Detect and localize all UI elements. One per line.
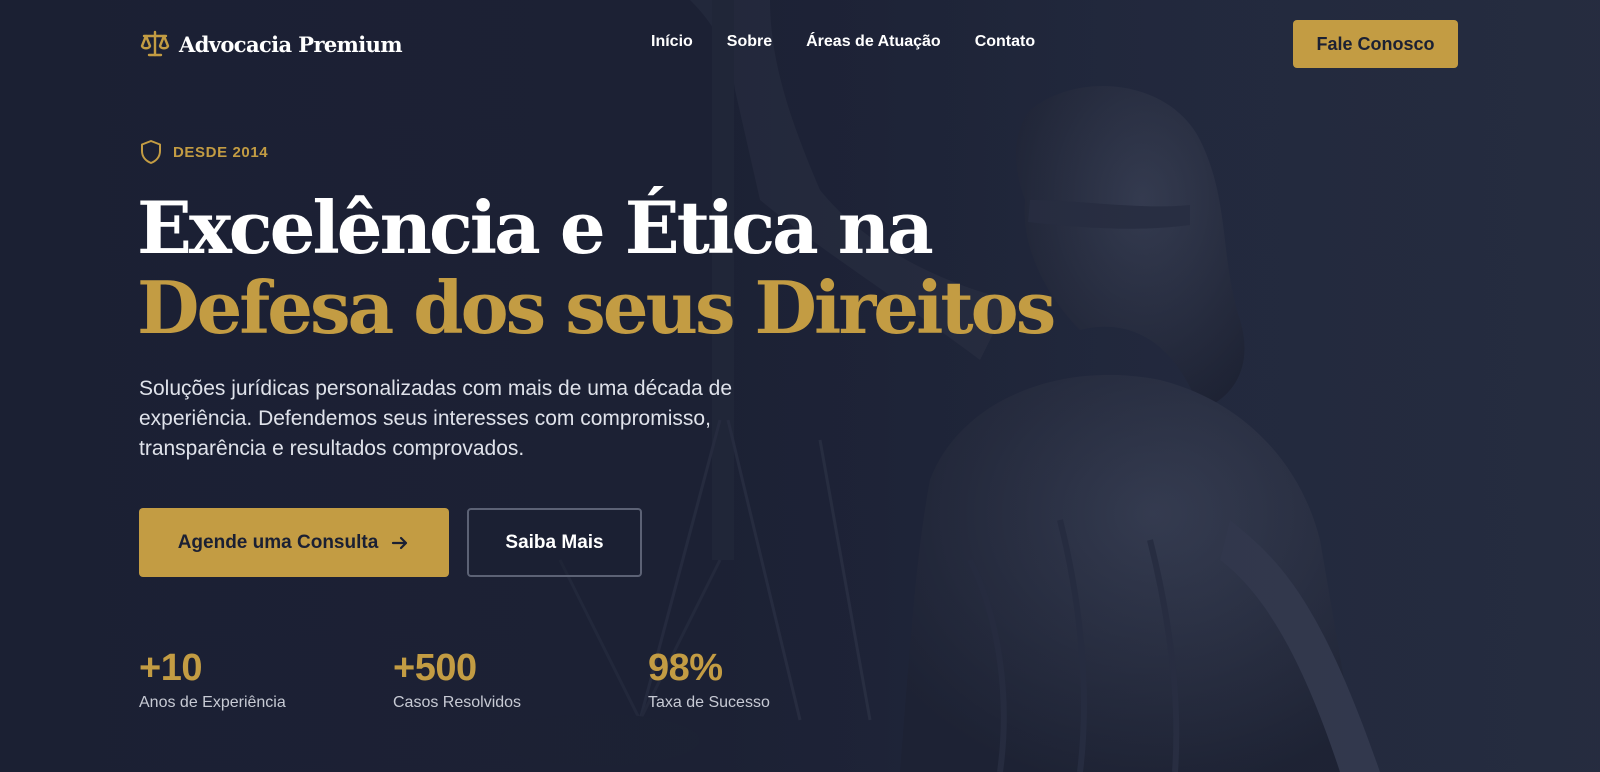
stat-value: +10: [139, 647, 202, 689]
stat-label: Anos de Experiência: [139, 694, 286, 711]
shield-icon: [141, 140, 161, 164]
stat-value: 98%: [648, 647, 723, 689]
stat-value: +500: [393, 647, 477, 689]
stat-label: Casos Resolvidos: [393, 694, 522, 711]
learn-more-button[interactable]: Saiba Mais: [467, 508, 642, 577]
since-badge: DESDE 2014: [139, 139, 268, 165]
stat-experience: +10 Anos de Experiência: [139, 646, 286, 712]
schedule-consultation-button[interactable]: Agende uma Consulta: [139, 508, 449, 577]
arrow-right-icon: [392, 536, 408, 549]
nav-link-contato[interactable]: Contato: [975, 33, 1035, 51]
hero-title-line1: Excelência e Ética na: [137, 185, 934, 270]
stat-label: Taxa de Sucesso: [648, 694, 770, 711]
nav-link-sobre[interactable]: Sobre: [727, 33, 772, 51]
hero-title: Excelência e Ética na Defesa dos seus Di…: [137, 185, 1056, 350]
hero-section: Advocacia Premium Início Sobre Áreas de …: [0, 0, 1600, 772]
since-text: DESDE 2014: [173, 143, 269, 161]
hero-description: Soluções jurídicas personalizadas com ma…: [139, 377, 732, 460]
contact-button[interactable]: Fale Conosco: [1293, 20, 1458, 68]
hero-title-line2: Defesa dos seus Direitos: [137, 265, 1056, 350]
nav-link-inicio[interactable]: Início: [651, 33, 693, 51]
scales-icon: [140, 30, 170, 57]
nav-links: Início Sobre Áreas de Atuação Contato: [651, 33, 1035, 51]
stat-success-rate: 98% Taxa de Sucesso: [648, 646, 770, 712]
schedule-consultation-label: Agende uma Consulta: [177, 531, 379, 553]
brand-name: Advocacia Premium: [179, 31, 403, 57]
top-navigation: Advocacia Premium Início Sobre Áreas de …: [0, 0, 1600, 88]
brand-logo[interactable]: Advocacia Premium: [139, 28, 403, 60]
stat-cases: +500 Casos Resolvidos: [393, 646, 521, 712]
nav-link-areas[interactable]: Áreas de Atuação: [806, 33, 941, 51]
